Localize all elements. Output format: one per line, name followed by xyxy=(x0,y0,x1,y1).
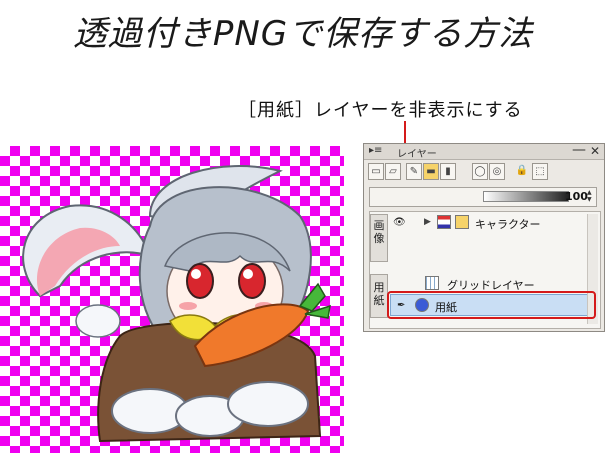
lock-icon[interactable]: 🔒 xyxy=(514,163,530,180)
bunny-girl-image xyxy=(22,165,331,443)
new-vector-icon[interactable]: ▱ xyxy=(385,163,401,180)
layer-name: キャラクター xyxy=(475,218,541,231)
layer-panel: ▸≡ レイヤー — ✕ ▭ ▱ ✎ ▬ ▮ ◯ ◎ 🔒 ⬚ 100 ▲ ▼ 画像 … xyxy=(363,142,605,332)
folder-icon[interactable]: ▬ xyxy=(423,163,439,180)
expand-arrow-icon[interactable]: ▶ xyxy=(424,217,431,227)
trash-icon[interactable]: ▮ xyxy=(440,163,456,180)
opacity-control: 100 ▲ ▼ xyxy=(369,187,601,209)
mask-apply-icon[interactable]: ◎ xyxy=(489,163,505,180)
layer-row-character[interactable]: 👁 ▶ キャラクター xyxy=(389,212,592,234)
grid-icon xyxy=(425,276,439,290)
layer-name: 用紙 xyxy=(435,301,457,314)
new-layer-icon[interactable]: ✎ xyxy=(406,163,422,180)
opacity-slider[interactable] xyxy=(483,191,569,202)
eye-icon[interactable]: 👁 xyxy=(393,217,406,228)
close-button[interactable]: ✕ xyxy=(590,144,600,158)
layer-list-scrollbar[interactable] xyxy=(587,214,598,324)
opacity-spinner[interactable]: ▲ ▼ xyxy=(587,189,596,204)
mask-icon[interactable]: ◯ xyxy=(472,163,488,180)
folder-icon xyxy=(455,215,469,229)
new-raster-icon[interactable]: ▭ xyxy=(368,163,384,180)
instruction-callout: ［用紙］レイヤーを非表示にする xyxy=(238,100,523,121)
layer-thumbnail-icon xyxy=(437,215,451,229)
minimize-button[interactable]: — xyxy=(572,142,586,158)
pen-icon: ✒ xyxy=(397,300,406,311)
layer-list: 画像 用紙 👁 ▶ キャラクター グリッドレイヤー ✒ 用紙 xyxy=(369,211,601,329)
page-title: 透過付きPNGで保存する方法 xyxy=(72,14,534,54)
side-tab-image[interactable]: 画像 xyxy=(370,214,388,262)
panel-tab-layer[interactable]: レイヤー xyxy=(397,145,437,160)
layer-row-grid[interactable]: グリッドレイヤー xyxy=(389,273,592,295)
layer-name: グリッドレイヤー xyxy=(447,279,535,292)
layer-row-paper[interactable]: ✒ 用紙 xyxy=(390,294,591,316)
selection-icon[interactable]: ⬚ xyxy=(532,163,548,180)
panel-menu-icon[interactable]: ▸≡ xyxy=(369,145,382,156)
opacity-value[interactable]: 100 xyxy=(565,190,588,203)
character-illustration xyxy=(0,146,344,453)
paper-color-icon xyxy=(415,298,429,312)
side-tab-paper[interactable]: 用紙 xyxy=(370,274,388,318)
panel-titlebar[interactable]: ▸≡ レイヤー — ✕ xyxy=(364,142,604,160)
